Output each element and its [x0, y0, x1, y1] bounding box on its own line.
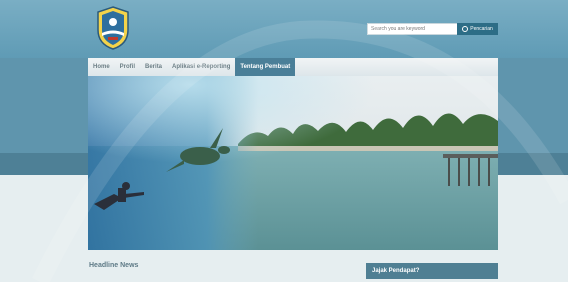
poll-header: Jajak Pendapat? — [366, 263, 498, 279]
search-input[interactable] — [367, 23, 462, 35]
headline-news-title: Headline News — [89, 262, 139, 269]
nav-e-reporting[interactable]: Aplikasi e-Reporting — [167, 58, 235, 76]
nav-profil[interactable]: Profil — [115, 58, 140, 76]
crest-logo[interactable] — [96, 6, 130, 50]
main-nav: Home Profil Berita Aplikasi e-Reporting … — [88, 58, 498, 76]
nav-berita[interactable]: Berita — [140, 58, 167, 76]
nav-tentang-pembuat[interactable]: Tentang Pembuat — [235, 58, 296, 76]
search-icon — [462, 26, 469, 32]
nav-home[interactable]: Home — [88, 58, 115, 76]
search-button-label: Pencarian — [470, 26, 493, 32]
hero-banner — [88, 76, 498, 250]
search-button[interactable]: Pencarian — [457, 23, 498, 35]
